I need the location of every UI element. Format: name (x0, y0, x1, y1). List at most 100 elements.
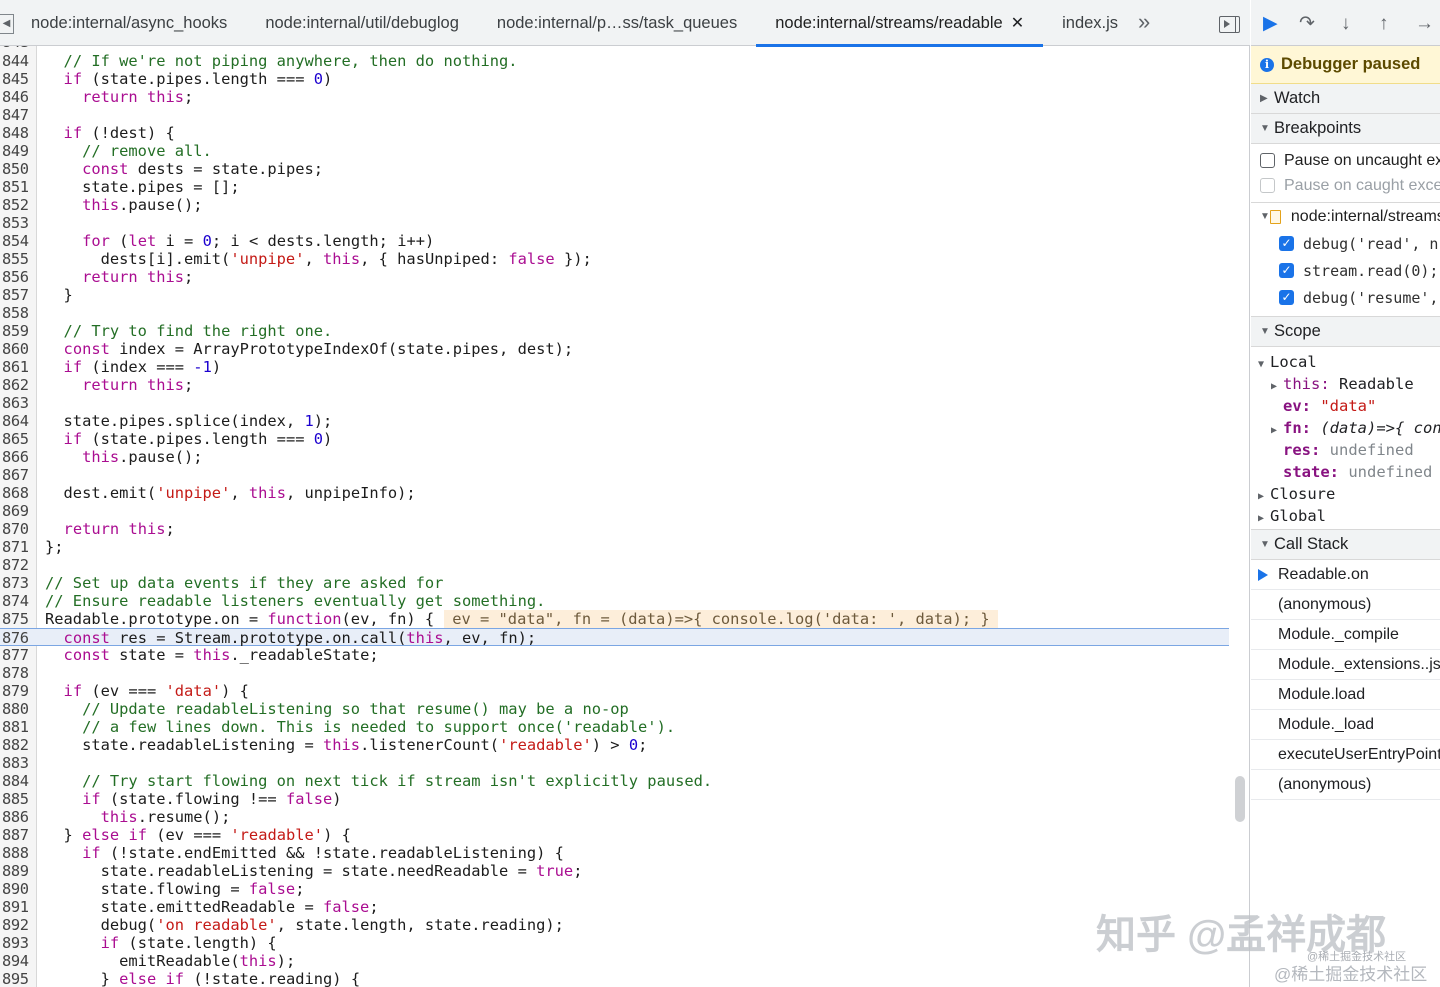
code-line[interactable]: 862 return this; (0, 376, 1229, 394)
line-number[interactable]: 872 (2, 556, 32, 574)
step-into-icon[interactable]: ↓ (1341, 14, 1351, 34)
toggle-debugger-sidebar-icon[interactable] (1219, 16, 1240, 33)
line-number[interactable]: 853 (2, 214, 32, 232)
line-number[interactable]: 859 (2, 322, 32, 340)
line-number[interactable]: 870 (2, 520, 32, 538)
code-line[interactable]: 888 if (!state.endEmitted && !state.read… (0, 844, 1229, 862)
code-line[interactable]: 880 // Update readableListening so that … (0, 700, 1229, 718)
line-number[interactable]: 892 (2, 916, 32, 934)
code-line[interactable]: 853 (0, 214, 1229, 232)
line-number[interactable]: 863 (2, 394, 32, 412)
pause-uncaught-option[interactable]: Pause on uncaught exceptions (1251, 148, 1440, 173)
tab-async-hooks[interactable]: node:internal/async_hooks (12, 0, 246, 46)
code-line[interactable]: 858 (0, 304, 1229, 322)
checkbox-unchecked[interactable] (1260, 153, 1275, 168)
line-number[interactable]: 854 (2, 232, 32, 250)
code-line[interactable]: 859 // Try to find the right one. (0, 322, 1229, 340)
line-number[interactable]: 895 (2, 970, 32, 987)
vertical-scrollbar[interactable] (1235, 776, 1245, 822)
line-number[interactable]: 864 (2, 412, 32, 430)
code-line[interactable]: 878 (0, 664, 1229, 682)
code-line[interactable]: 851 state.pipes = []; (0, 178, 1229, 196)
line-number[interactable]: 857 (2, 286, 32, 304)
line-number[interactable]: 884 (2, 772, 32, 790)
call-frame[interactable]: Readable.on (1251, 560, 1440, 590)
line-number[interactable]: 887 (2, 826, 32, 844)
code-line[interactable]: 870 return this; (0, 520, 1229, 538)
tab-index-js[interactable]: index.js (1043, 0, 1137, 46)
code-line[interactable]: 879 if (ev === 'data') { (0, 682, 1229, 700)
line-number[interactable]: 847 (2, 106, 32, 124)
breakpoint-file-group[interactable]: ▼ node:internal/streams/readable (1251, 202, 1440, 230)
line-number[interactable]: 875 (2, 610, 32, 628)
code-line[interactable]: 846 return this; (0, 88, 1229, 106)
code-line[interactable]: 890 state.flowing = false; (0, 880, 1229, 898)
code-line[interactable]: 889 state.readableListening = state.need… (0, 862, 1229, 880)
line-number[interactable]: 862 (2, 376, 32, 394)
line-number[interactable]: 858 (2, 304, 32, 322)
code-line[interactable]: 894 emitReadable(this); (0, 952, 1229, 970)
line-number[interactable]: 851 (2, 178, 32, 196)
line-number[interactable]: 855 (2, 250, 32, 268)
call-frame[interactable]: Module.load (1251, 680, 1440, 710)
line-number[interactable]: 844 (2, 52, 32, 70)
scope-closure[interactable]: ▶ Closure (1251, 483, 1440, 505)
line-number[interactable]: 866 (2, 448, 32, 466)
line-number[interactable]: 876 (2, 629, 32, 647)
line-number[interactable]: 861 (2, 358, 32, 376)
code-line[interactable]: 875 Readable.prototype.on = function(ev, … (0, 610, 1229, 628)
line-number[interactable]: 845 (2, 70, 32, 88)
line-number[interactable]: 871 (2, 538, 32, 556)
line-number[interactable]: 867 (2, 466, 32, 484)
code-line[interactable]: 844 // If we're not piping anywhere, the… (0, 52, 1229, 70)
code-line[interactable]: 854 for (let i = 0; i < dests.length; i+… (0, 232, 1229, 250)
breakpoint-item[interactable]: ✓ debug('read', n); (1251, 230, 1440, 257)
checkbox-checked-icon[interactable]: ✓ (1279, 236, 1294, 251)
tab-util-debuglog[interactable]: node:internal/util/debuglog (246, 0, 478, 46)
scope-section-header[interactable]: ▼ Scope (1251, 317, 1440, 347)
call-frame[interactable]: (anonymous) (1251, 770, 1440, 800)
code-line[interactable]: 881 // a few lines down. This is needed … (0, 718, 1229, 736)
code-line[interactable]: 872 (0, 556, 1229, 574)
code-line[interactable]: 869 (0, 502, 1229, 520)
code-editor[interactable]: 843 844 // If we're not piping anywhere,… (0, 46, 1250, 987)
code-line[interactable]: 866 this.pause(); (0, 448, 1229, 466)
line-number[interactable]: 877 (2, 646, 32, 664)
scope-var-ev[interactable]: ev: "data" (1251, 395, 1440, 417)
code-line[interactable]: 865 if (state.pipes.length === 0) (0, 430, 1229, 448)
line-number[interactable]: 893 (2, 934, 32, 952)
line-number[interactable]: 850 (2, 160, 32, 178)
code-line[interactable]: 873 // Set up data events if they are ask… (0, 574, 1229, 592)
close-icon[interactable]: ✕ (1011, 13, 1024, 33)
line-number[interactable]: 889 (2, 862, 32, 880)
line-number[interactable]: 869 (2, 502, 32, 520)
code-line[interactable]: 857 } (0, 286, 1229, 304)
line-number[interactable]: 878 (2, 664, 32, 682)
code-line[interactable]: 860 const index = ArrayPrototypeIndexOf(… (0, 340, 1229, 358)
line-number[interactable]: 868 (2, 484, 32, 502)
line-number[interactable]: 890 (2, 880, 32, 898)
code-line[interactable]: 883 (0, 754, 1229, 772)
code-line[interactable]: 855 dests[i].emit('unpipe', this, { hasU… (0, 250, 1229, 268)
code-line[interactable]: 849 // remove all. (0, 142, 1229, 160)
step-over-icon[interactable]: ↷ (1299, 14, 1315, 34)
resume-icon[interactable]: ▶ (1263, 14, 1278, 34)
line-number[interactable]: 894 (2, 952, 32, 970)
current-execution-line[interactable]: 876 const res = Stream.prototype.on.call… (0, 628, 1229, 647)
code-line[interactable]: 886 this.resume(); (0, 808, 1229, 826)
call-frame[interactable]: Module._compile (1251, 620, 1440, 650)
code-line[interactable]: 892 debug('on readable', state.length, s… (0, 916, 1229, 934)
code-line[interactable]: 868 dest.emit('unpipe', this, unpipeInfo… (0, 484, 1229, 502)
code-line[interactable]: 891 state.emittedReadable = false; (0, 898, 1229, 916)
checkbox-checked-icon[interactable]: ✓ (1279, 290, 1294, 305)
line-number[interactable]: 888 (2, 844, 32, 862)
line-number[interactable]: 886 (2, 808, 32, 826)
code-line[interactable]: 893 if (state.length) { (0, 934, 1229, 952)
scope-global[interactable]: ▶ Global (1251, 505, 1440, 527)
line-number[interactable]: 846 (2, 88, 32, 106)
checkbox-disabled[interactable] (1260, 178, 1275, 193)
breakpoint-item[interactable]: ✓ stream.read(0); (1251, 257, 1440, 284)
code-line[interactable]: 845 if (state.pipes.length === 0) (0, 70, 1229, 88)
watch-section-header[interactable]: ▶ Watch (1251, 84, 1440, 114)
code-line[interactable]: 882 state.readableListening = this.liste… (0, 736, 1229, 754)
